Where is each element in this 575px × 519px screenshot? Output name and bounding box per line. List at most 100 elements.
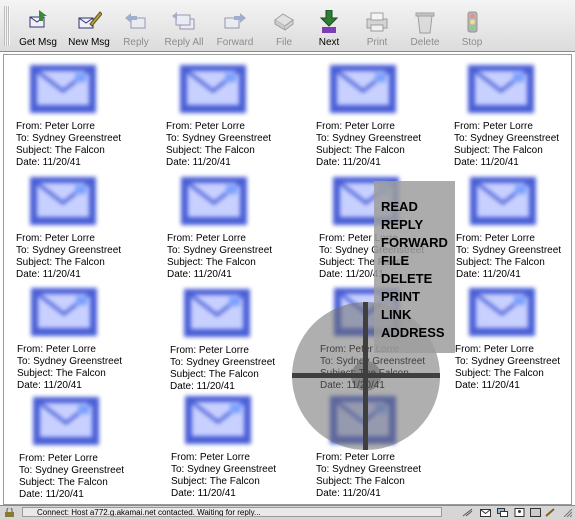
message-item[interactable]: From: Peter LorreTo: Sydney GreenstreetS… <box>17 286 167 396</box>
delete-icon <box>415 12 435 34</box>
envelope-icon <box>31 288 97 336</box>
message-to: To: Sydney Greenstreet <box>17 356 123 367</box>
message-subject: Subject: The Falcon <box>171 476 260 487</box>
security-lock-icon[interactable] <box>4 508 15 517</box>
message-details: From: Peter LorreTo: Sydney GreenstreetS… <box>456 233 561 281</box>
message-from: From: Peter Lorre <box>316 121 395 132</box>
message-subject: Subject: The Falcon <box>456 257 545 268</box>
message-from: From: Peter Lorre <box>170 345 249 356</box>
message-to: To: Sydney Greenstreet <box>316 464 422 475</box>
get-msg-button[interactable]: Get Msg <box>10 10 66 50</box>
message-from: From: Peter Lorre <box>454 121 533 132</box>
resize-grip-icon[interactable] <box>561 508 572 517</box>
envelope-icon <box>33 397 99 445</box>
message-item[interactable]: From: Peter LorreTo: Sydney GreenstreetS… <box>454 63 571 173</box>
menu-item-read[interactable]: READ <box>381 198 455 216</box>
navigator-icon[interactable] <box>462 508 473 517</box>
message-from: From: Peter Lorre <box>16 121 95 132</box>
message-from: From: Peter Lorre <box>167 233 246 244</box>
envelope-icon <box>181 177 247 225</box>
pencil-icon[interactable] <box>545 508 556 517</box>
message-item[interactable]: From: Peter LorreTo: Sydney GreenstreetS… <box>166 63 316 173</box>
menu-item-forward[interactable]: FORWARD <box>381 234 455 252</box>
message-date: Date: 11/20/41 <box>170 381 235 392</box>
get-msg-icon <box>29 10 47 28</box>
message-from: From: Peter Lorre <box>16 233 95 244</box>
stop-icon <box>467 11 478 33</box>
message-details: From: Peter LorreTo: Sydney GreenstreetS… <box>454 121 559 169</box>
message-details: From: Peter LorreTo: Sydney GreenstreetS… <box>455 344 560 392</box>
stop-button[interactable]: Stop <box>444 10 500 50</box>
message-item[interactable]: From: Peter LorreTo: Sydney GreenstreetS… <box>16 175 166 285</box>
message-to: To: Sydney Greenstreet <box>16 133 122 144</box>
envelope-icon <box>180 65 246 113</box>
message-to: To: Sydney Greenstreet <box>171 464 277 475</box>
message-to: To: Sydney Greenstreet <box>170 357 276 368</box>
menu-item-link[interactable]: LINK <box>381 306 455 324</box>
message-from: From: Peter Lorre <box>19 453 98 464</box>
message-subject: Subject: The Falcon <box>316 145 405 156</box>
file-icon <box>274 13 294 31</box>
message-item[interactable]: From: Peter LorreTo: Sydney GreenstreetS… <box>19 395 169 504</box>
message-date: Date: 11/20/41 <box>171 488 236 499</box>
menu-item-reply[interactable]: REPLY <box>381 216 455 234</box>
message-details: From: Peter LorreTo: Sydney GreenstreetS… <box>16 121 121 169</box>
message-date: Date: 11/20/41 <box>19 489 84 500</box>
message-grid: From: Peter Lorre To: Sydney Greenstreet S… <box>3 54 572 505</box>
reply-icon <box>125 13 146 29</box>
message-item[interactable]: From: Peter LorreTo: Sydney GreenstreetS… <box>456 175 571 285</box>
discussions-icon[interactable] <box>497 508 508 517</box>
message-subject: Subject: The Falcon <box>166 145 255 156</box>
message-date: Date: 11/20/41 <box>456 269 521 280</box>
message-from: From: Peter Lorre <box>455 344 534 355</box>
menu-item-address[interactable]: ADDRESS <box>381 324 455 342</box>
print-icon <box>366 12 388 32</box>
message-details: From: Peter LorreTo: Sydney GreenstreetS… <box>19 453 124 501</box>
message-date: Date: 11/20/41 <box>166 157 231 168</box>
message-subject: Subject: The Falcon <box>19 477 108 488</box>
composer-icon[interactable] <box>530 508 541 517</box>
menu-item-delete[interactable]: DELETE <box>381 270 455 288</box>
message-item[interactable]: From: Peter LorreTo: Sydney GreenstreetS… <box>171 394 321 504</box>
message-from: From: Peter Lorre <box>17 344 96 355</box>
new-msg-icon <box>78 11 102 29</box>
message-date: Date: 11/20/41 <box>16 157 81 168</box>
message-date: Date: 11/20/41 <box>16 269 81 280</box>
menu-item-file[interactable]: FILE <box>381 252 455 270</box>
next-icon <box>319 10 339 33</box>
message-subject: Subject: The Falcon <box>16 257 105 268</box>
message-date: Date: 11/20/41 <box>17 380 82 391</box>
message-date: Date: 11/20/41 <box>316 488 381 499</box>
message-to: To: Sydney Greenstreet <box>316 133 422 144</box>
message-details: From: Peter LorreTo: Sydney GreenstreetS… <box>166 121 271 169</box>
envelope-icon <box>185 396 251 444</box>
message-to: To: Sydney Greenstreet <box>19 465 125 476</box>
envelope-icon <box>184 289 250 337</box>
message-date: Date: 11/20/41 <box>316 157 381 168</box>
message-date: Date: 11/20/41 <box>455 380 520 391</box>
message-subject: Subject: The Falcon <box>17 368 106 379</box>
forward-button[interactable]: Forward <box>207 10 263 50</box>
message-item[interactable]: From: Peter LorreTo: Sydney GreenstreetS… <box>316 63 466 173</box>
message-subject: Subject: The Falcon <box>167 257 256 268</box>
menu-item-print[interactable]: PRINT <box>381 288 455 306</box>
pie-menu-center[interactable] <box>351 361 381 391</box>
message-to: To: Sydney Greenstreet <box>167 245 273 256</box>
message-subject: Subject: The Falcon <box>16 145 105 156</box>
message-item[interactable]: From: Peter LorreTo: Sydney GreenstreetS… <box>16 63 166 173</box>
message-from: From: Peter Lorre <box>316 452 395 463</box>
reply-all-button[interactable]: Reply All <box>156 10 212 50</box>
message-from: From: Peter Lorre <box>166 121 245 132</box>
message-item[interactable]: From: Peter LorreTo: Sydney GreenstreetS… <box>167 175 317 285</box>
message-item[interactable]: From: Peter LorreTo: Sydney GreenstreetS… <box>455 286 571 396</box>
message-details: From: Peter LorreTo: Sydney GreenstreetS… <box>171 452 276 500</box>
message-details: From: Peter LorreTo: Sydney GreenstreetS… <box>316 121 421 169</box>
action-menu: READ REPLY FORWARD FILE DELETE PRINT LIN… <box>374 181 455 353</box>
message-to: To: Sydney Greenstreet <box>16 245 122 256</box>
status-text: Connect: Host a772.g.akamai.net contacte… <box>22 507 442 517</box>
mail-icon[interactable] <box>480 508 491 517</box>
envelope-icon <box>330 65 396 113</box>
address-book-icon[interactable] <box>514 508 525 517</box>
envelope-icon <box>470 177 536 225</box>
toolbar: Get Msg New Msg Reply Reply All Forward File N… <box>0 0 575 52</box>
